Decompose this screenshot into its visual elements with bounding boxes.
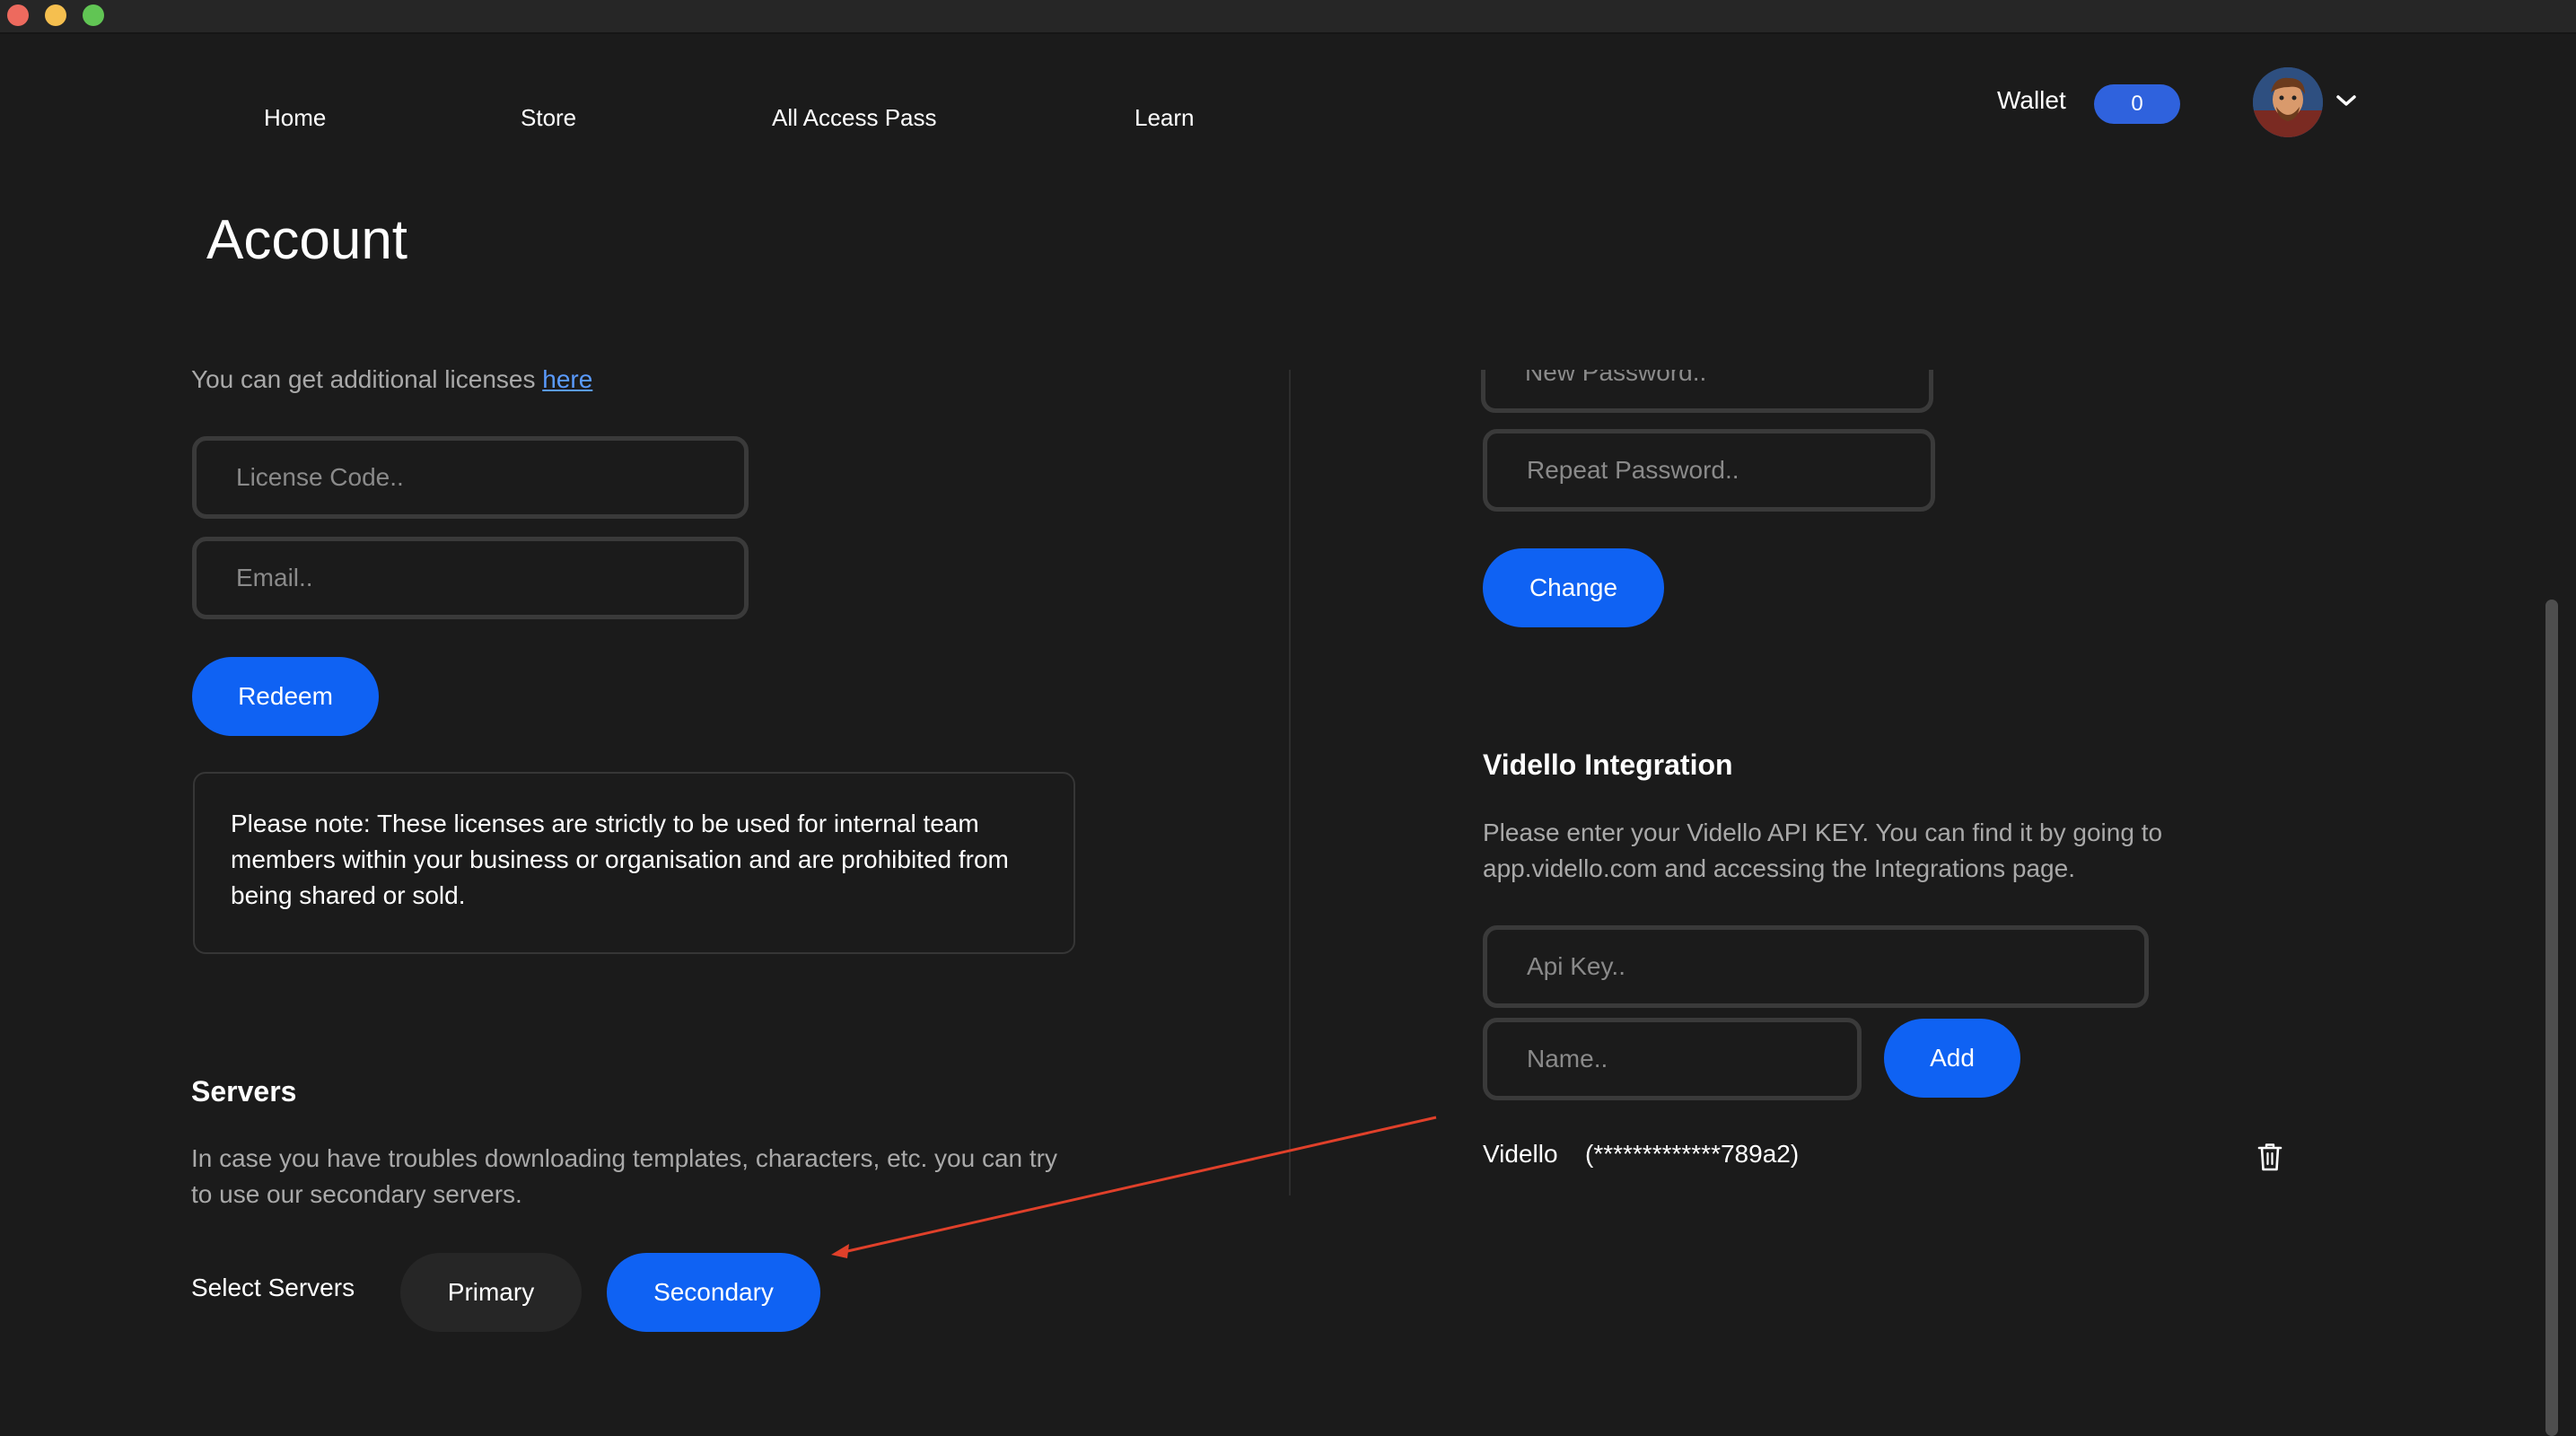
scrollbar-thumb[interactable] xyxy=(2545,600,2558,1436)
annotation-arrow xyxy=(831,1116,1437,1258)
